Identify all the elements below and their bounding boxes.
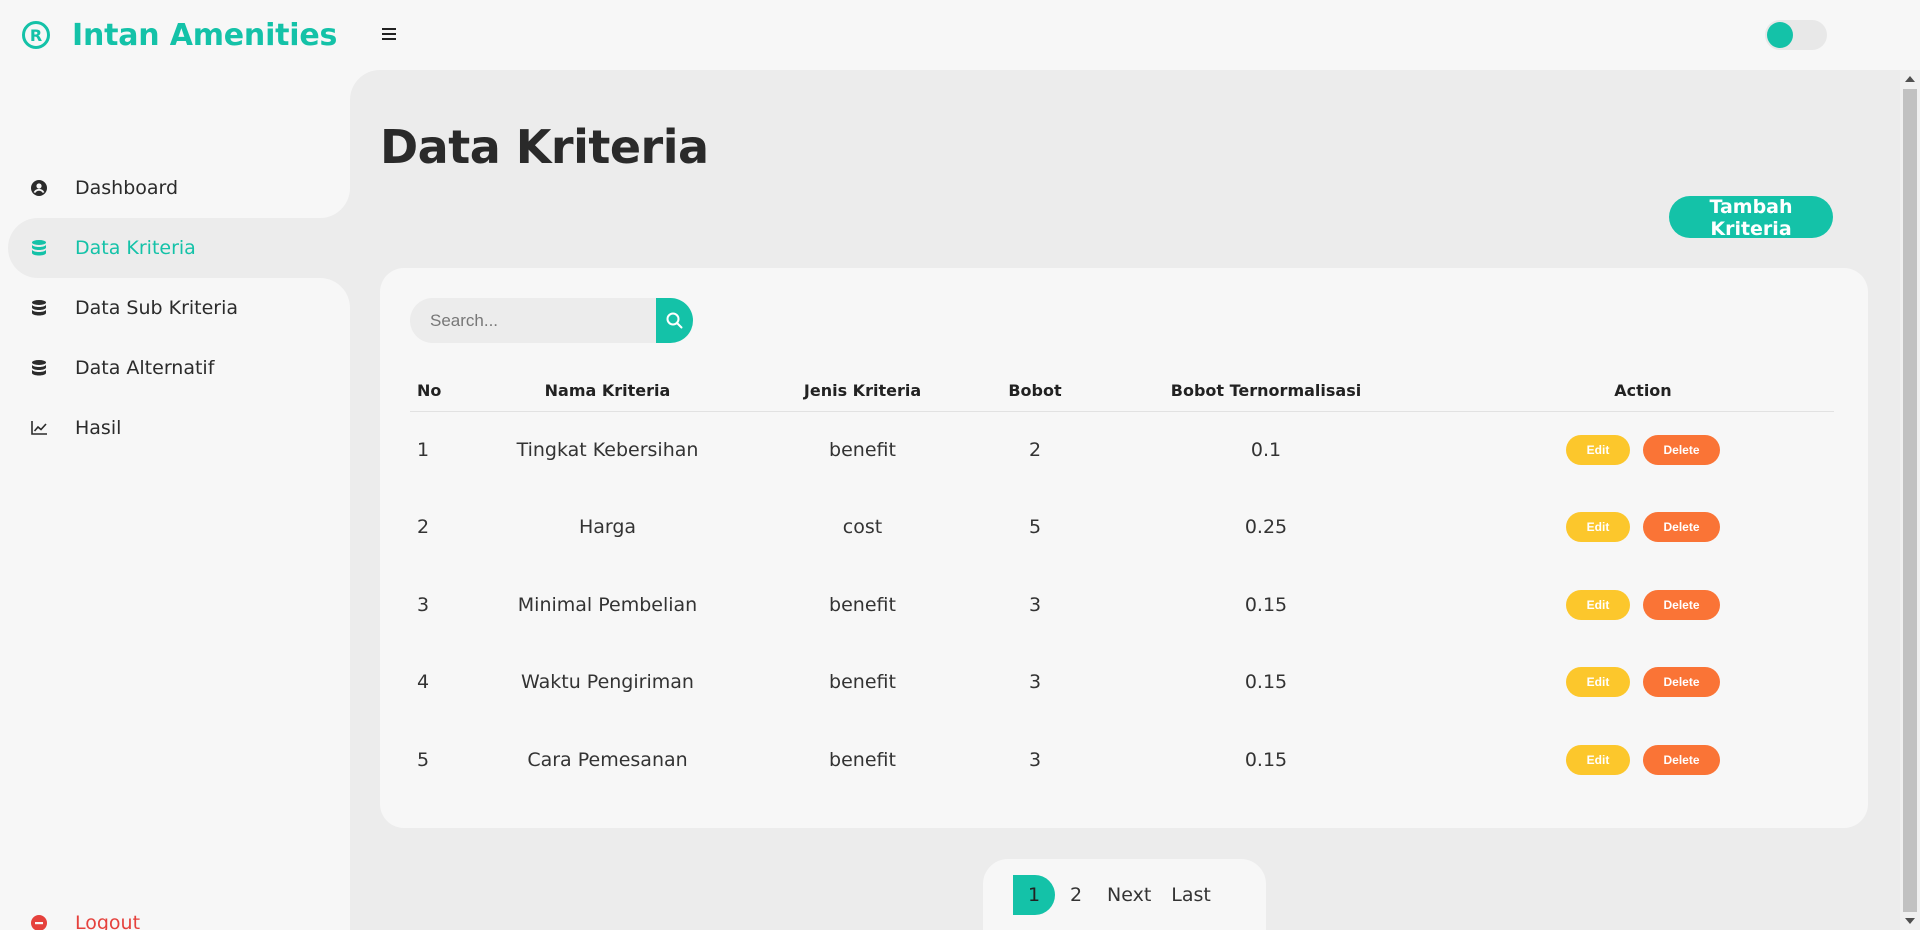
- page-1-button[interactable]: 1: [1013, 874, 1055, 915]
- theme-toggle[interactable]: [1765, 20, 1827, 50]
- edit-button[interactable]: Edit: [1566, 512, 1630, 543]
- sidebar-item-data-alternatif[interactable]: Data Alternatif: [8, 338, 350, 398]
- cell-action: Edit Delete: [1452, 721, 1834, 799]
- logout-label: Logout: [75, 912, 141, 930]
- edit-button[interactable]: Edit: [1566, 667, 1630, 698]
- search-icon: [666, 312, 683, 329]
- cell-no: 4: [417, 671, 430, 694]
- page-2-button[interactable]: 2: [1055, 875, 1097, 915]
- search-input[interactable]: [410, 298, 656, 343]
- search-bar: [410, 298, 693, 343]
- cell-jenis: benefit: [829, 671, 896, 694]
- table-card: No Nama Kriteria Jenis Kriteria Bobot Bo…: [380, 268, 1868, 828]
- header-bobot: Bobot: [990, 370, 1080, 412]
- table-row: 3 Minimal Pembelian benefit 3 0.15 Edit D…: [410, 566, 1834, 644]
- table-row: 1 Tingkat Kebersihan benefit 2 0.1 Edit D…: [410, 411, 1834, 489]
- next-page-button[interactable]: Next: [1097, 875, 1161, 915]
- scroll-up-arrow-icon[interactable]: [1905, 76, 1915, 82]
- cell-jenis: benefit: [829, 748, 896, 771]
- last-page-button[interactable]: Last: [1161, 875, 1221, 915]
- cell-normal: 0.15: [1244, 748, 1288, 771]
- line-chart-icon: [28, 421, 50, 435]
- brand-name: Intan Amenities: [72, 17, 338, 53]
- cell-normal: 0.15: [1244, 671, 1288, 694]
- sidebar-item-data-kriteria[interactable]: Data Kriteria: [8, 218, 350, 278]
- sidebar-item-label: Dashboard: [75, 177, 179, 199]
- header-nama-kriteria: Nama Kriteria: [480, 370, 735, 412]
- cell-nama: Harga: [578, 516, 637, 539]
- header-no: No: [410, 370, 480, 412]
- sidebar: Dashboard Data Kriteria Data Sub Kriteri…: [0, 70, 350, 930]
- header-jenis-kriteria: Jenis Kriteria: [735, 370, 990, 412]
- cell-normal: 0.1: [1250, 439, 1282, 461]
- delete-button[interactable]: Delete: [1643, 667, 1720, 698]
- search-button[interactable]: [655, 298, 693, 343]
- cell-no: 1: [417, 439, 430, 461]
- cell-nama: Waktu Pengiriman: [521, 671, 694, 694]
- cell-action: Edit Delete: [1452, 411, 1834, 489]
- database-icon: [28, 240, 50, 256]
- cell-no: 5: [417, 748, 430, 771]
- pagination: 1 2 Next Last: [983, 859, 1266, 930]
- kriteria-table: No Nama Kriteria Jenis Kriteria Bobot Bo…: [410, 370, 1834, 799]
- cell-bobot: 2: [1028, 439, 1042, 461]
- cell-bobot: 3: [1028, 593, 1042, 616]
- table-header-row: No Nama Kriteria Jenis Kriteria Bobot Bo…: [410, 370, 1834, 412]
- sidebar-item-label: Hasil: [75, 417, 122, 439]
- delete-button[interactable]: Delete: [1643, 435, 1720, 465]
- cell-bobot: 3: [1028, 748, 1042, 771]
- sidebar-item-label: Data Sub Kriteria: [75, 297, 239, 319]
- sidebar-item-label: Data Alternatif: [75, 357, 215, 379]
- main-content: Data Kriteria Tambah Kriteria No Nama Kr…: [350, 70, 1900, 930]
- logout-icon: [28, 915, 50, 930]
- brand[interactable]: R Intan Amenities: [22, 16, 337, 54]
- cell-action: Edit Delete: [1452, 566, 1834, 644]
- cell-jenis: benefit: [829, 593, 896, 616]
- user-circle-icon: [28, 180, 50, 196]
- sidebar-item-data-sub-kriteria[interactable]: Data Sub Kriteria: [8, 278, 350, 338]
- vertical-scrollbar[interactable]: [1900, 70, 1920, 930]
- cell-normal: 0.15: [1244, 593, 1288, 616]
- toggle-knob: [1767, 22, 1793, 48]
- hamburger-menu-icon[interactable]: [382, 24, 402, 44]
- sidebar-item-dashboard[interactable]: Dashboard: [8, 158, 350, 218]
- scroll-thumb[interactable]: [1903, 89, 1917, 912]
- cell-jenis: cost: [842, 516, 883, 539]
- cell-no: 2: [417, 516, 430, 539]
- cell-action: Edit Delete: [1452, 489, 1834, 567]
- cell-normal: 0.25: [1244, 516, 1288, 539]
- cell-nama: Minimal Pembelian: [517, 593, 698, 616]
- header-action: Action: [1452, 370, 1834, 412]
- table-row: 5 Cara Pemesanan benefit 3 0.15 Edit Dele…: [410, 721, 1834, 799]
- table-row: 4 Waktu Pengiriman benefit 3 0.15 Edit De…: [410, 644, 1834, 722]
- add-kriteria-button[interactable]: Tambah Kriteria: [1669, 196, 1833, 240]
- sidebar-item-label: Data Kriteria: [75, 237, 196, 259]
- cell-action: Edit Delete: [1452, 644, 1834, 722]
- edit-button[interactable]: Edit: [1566, 589, 1630, 620]
- registered-icon: R: [22, 21, 50, 49]
- database-icon: [28, 300, 50, 316]
- cell-bobot: 3: [1028, 671, 1042, 694]
- cell-nama: Tingkat Kebersihan: [516, 439, 699, 461]
- edit-button[interactable]: Edit: [1566, 744, 1630, 775]
- delete-button[interactable]: Delete: [1643, 744, 1720, 775]
- cell-bobot: 5: [1028, 516, 1042, 539]
- cell-no: 3: [417, 593, 430, 616]
- table-row: 2 Harga cost 5 0.25 Edit Delete: [410, 489, 1834, 567]
- header-bobot-ternormalisasi: Bobot Ternormalisasi: [1080, 370, 1452, 412]
- scroll-down-arrow-icon[interactable]: [1905, 918, 1915, 924]
- sidebar-item-hasil[interactable]: Hasil: [8, 398, 350, 458]
- logout-button[interactable]: Logout: [8, 903, 140, 930]
- cell-nama: Cara Pemesanan: [527, 748, 688, 771]
- page-title: Data Kriteria: [380, 120, 709, 174]
- edit-button[interactable]: Edit: [1566, 435, 1630, 465]
- top-bar: R Intan Amenities: [0, 0, 1920, 70]
- database-icon: [28, 360, 50, 376]
- delete-button[interactable]: Delete: [1643, 589, 1720, 620]
- delete-button[interactable]: Delete: [1643, 512, 1720, 543]
- cell-jenis: benefit: [829, 439, 896, 461]
